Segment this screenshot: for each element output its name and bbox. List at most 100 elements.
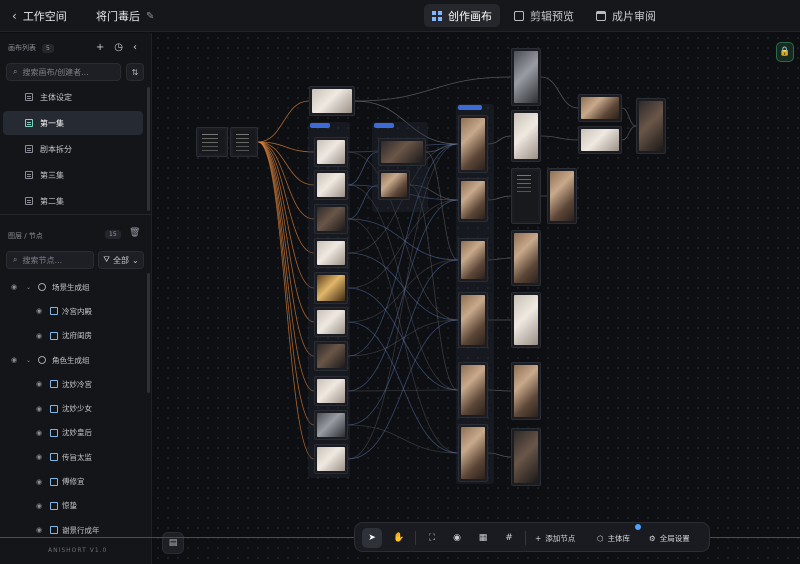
output-node[interactable]	[636, 98, 666, 154]
canvas-item[interactable]: 剧本拆分	[3, 137, 143, 161]
image-node[interactable]	[314, 444, 348, 474]
scene-node[interactable]	[378, 138, 426, 166]
node-preview	[199, 130, 225, 154]
pencil-icon[interactable]: ✎	[146, 11, 154, 22]
image-node[interactable]	[314, 238, 348, 268]
layer-node-row[interactable]: ◉ 傅修宜	[4, 469, 144, 493]
image-node[interactable]	[314, 137, 348, 167]
eye-icon[interactable]: ◉	[36, 526, 42, 534]
add-icon[interactable]: +	[96, 42, 104, 53]
node-preview	[317, 344, 345, 368]
video-node[interactable]	[511, 110, 541, 162]
node-preview	[317, 140, 345, 164]
shot-node[interactable]	[458, 424, 488, 482]
image-node[interactable]	[314, 272, 348, 304]
video-node[interactable]	[511, 230, 541, 286]
history-icon[interactable]: ◷	[114, 42, 123, 53]
select-tool[interactable]: ➤	[362, 528, 382, 548]
shot-node[interactable]	[458, 238, 488, 282]
eye-icon[interactable]: ◉	[36, 502, 42, 510]
layer-node-row[interactable]: ◉ 惊蛰	[4, 494, 144, 518]
eye-icon[interactable]: ◉	[36, 453, 42, 461]
eye-icon[interactable]: ◉	[36, 380, 42, 388]
add-node-button[interactable]: + 添加节点	[535, 531, 575, 545]
chevron-down-icon[interactable]: ⌄	[26, 357, 31, 364]
layer-list-scrollbar[interactable]	[147, 273, 150, 393]
layout-tool[interactable]: ▦	[473, 528, 493, 548]
layer-search-input[interactable]	[22, 255, 83, 265]
hand-icon: ✋	[393, 533, 405, 543]
trash-icon[interactable]: 🗑	[129, 228, 140, 238]
canvas-list-scrollbar[interactable]	[147, 87, 150, 211]
eye-icon[interactable]: ◉	[36, 429, 42, 437]
image-node[interactable]	[314, 204, 348, 234]
layer-node-row[interactable]: ◉ 沈妙少女	[4, 396, 144, 420]
output-node[interactable]	[578, 94, 622, 122]
global-settings-button[interactable]: ⚙ 全局设置	[649, 531, 690, 545]
layer-group-row[interactable]: ◉ ⌄ 场景生成组	[4, 275, 144, 299]
video-node[interactable]	[511, 362, 541, 420]
project-title[interactable]: 将门毒后 ✎	[96, 8, 154, 24]
filter-icon: ⛛	[103, 255, 111, 264]
video-node[interactable]	[547, 168, 577, 224]
image-node[interactable]	[314, 170, 348, 200]
layer-node-row[interactable]: ◉ 冷宫内殿	[4, 299, 144, 323]
layer-filter-dropdown[interactable]: ⛛ 全部 ⌄	[98, 251, 144, 269]
canvas-item-active[interactable]: 第一集	[3, 111, 143, 135]
video-node[interactable]	[511, 428, 541, 486]
image-node[interactable]	[314, 376, 348, 406]
node-preview	[317, 413, 345, 437]
script-node[interactable]	[230, 127, 258, 157]
output-node[interactable]	[578, 126, 622, 154]
tab-final-review[interactable]: 成片审阅	[588, 4, 664, 27]
eye-icon[interactable]: ◉	[11, 356, 17, 364]
image-node[interactable]	[314, 410, 348, 440]
tab-edit-preview[interactable]: 剪辑预览	[506, 4, 582, 27]
pan-tool[interactable]: ✋	[389, 528, 409, 548]
image-node[interactable]	[314, 341, 348, 371]
layer-node-row[interactable]: ◉ 沈妙冷宫	[4, 372, 144, 396]
shot-node[interactable]	[458, 362, 488, 418]
script-node[interactable]	[196, 127, 228, 157]
eye-icon[interactable]: ◉	[36, 405, 42, 413]
video-node[interactable]	[511, 168, 541, 224]
collapse-icon[interactable]: ‹	[133, 42, 137, 53]
canvas-item[interactable]: 主体设定	[3, 85, 143, 109]
layer-node-row[interactable]: ◉ 沈府闺房	[4, 324, 144, 348]
canvas-item[interactable]: 第二集	[3, 189, 143, 213]
image-node[interactable]	[314, 307, 348, 337]
lock-canvas-button[interactable]: 🔒	[776, 42, 794, 62]
canvas-search-input[interactable]	[22, 67, 103, 77]
tab-canvas[interactable]: 创作画布	[424, 4, 500, 27]
node-preview	[233, 130, 255, 154]
layer-node-row[interactable]: ◉ 谢景行成年	[4, 518, 144, 542]
minimap-button[interactable]: ▤	[162, 532, 184, 554]
back-to-workspace-button[interactable]: ‹ 工作空间	[12, 7, 67, 25]
fit-view-tool[interactable]: ⛶	[422, 528, 442, 548]
shot-node[interactable]	[458, 292, 488, 348]
layer-node-row[interactable]: ◉ 传旨太监	[4, 445, 144, 469]
node-preview	[514, 51, 538, 103]
layer-node-row[interactable]: ◉ 沈妙皇后	[4, 421, 144, 445]
canvas-item[interactable]: 第三集	[3, 163, 143, 187]
chevron-down-icon[interactable]: ⌄	[26, 284, 31, 291]
eye-icon[interactable]: ◉	[36, 332, 42, 340]
grid-icon: ▦	[478, 533, 488, 543]
layer-group-row[interactable]: ◉ ⌄ 角色生成组	[4, 348, 144, 372]
scene-node[interactable]	[378, 170, 410, 200]
shot-node[interactable]	[458, 115, 488, 173]
sort-button[interactable]: ⇅	[126, 63, 144, 81]
eye-icon[interactable]: ◉	[36, 307, 42, 315]
eye-icon[interactable]: ◉	[11, 283, 17, 291]
section-divider[interactable]	[0, 214, 152, 215]
preview-tool[interactable]: ◉	[447, 528, 467, 548]
library-button[interactable]: ⬡ 主体库	[597, 531, 630, 545]
shot-node[interactable]	[458, 178, 488, 222]
video-node[interactable]	[511, 48, 541, 106]
video-node[interactable]	[511, 292, 541, 348]
layer-list-title: 图层 / 节点	[8, 232, 43, 240]
image-node[interactable]	[309, 86, 355, 116]
node-preview	[639, 101, 663, 151]
snap-grid-tool[interactable]: #	[499, 528, 519, 548]
eye-icon[interactable]: ◉	[36, 478, 42, 486]
